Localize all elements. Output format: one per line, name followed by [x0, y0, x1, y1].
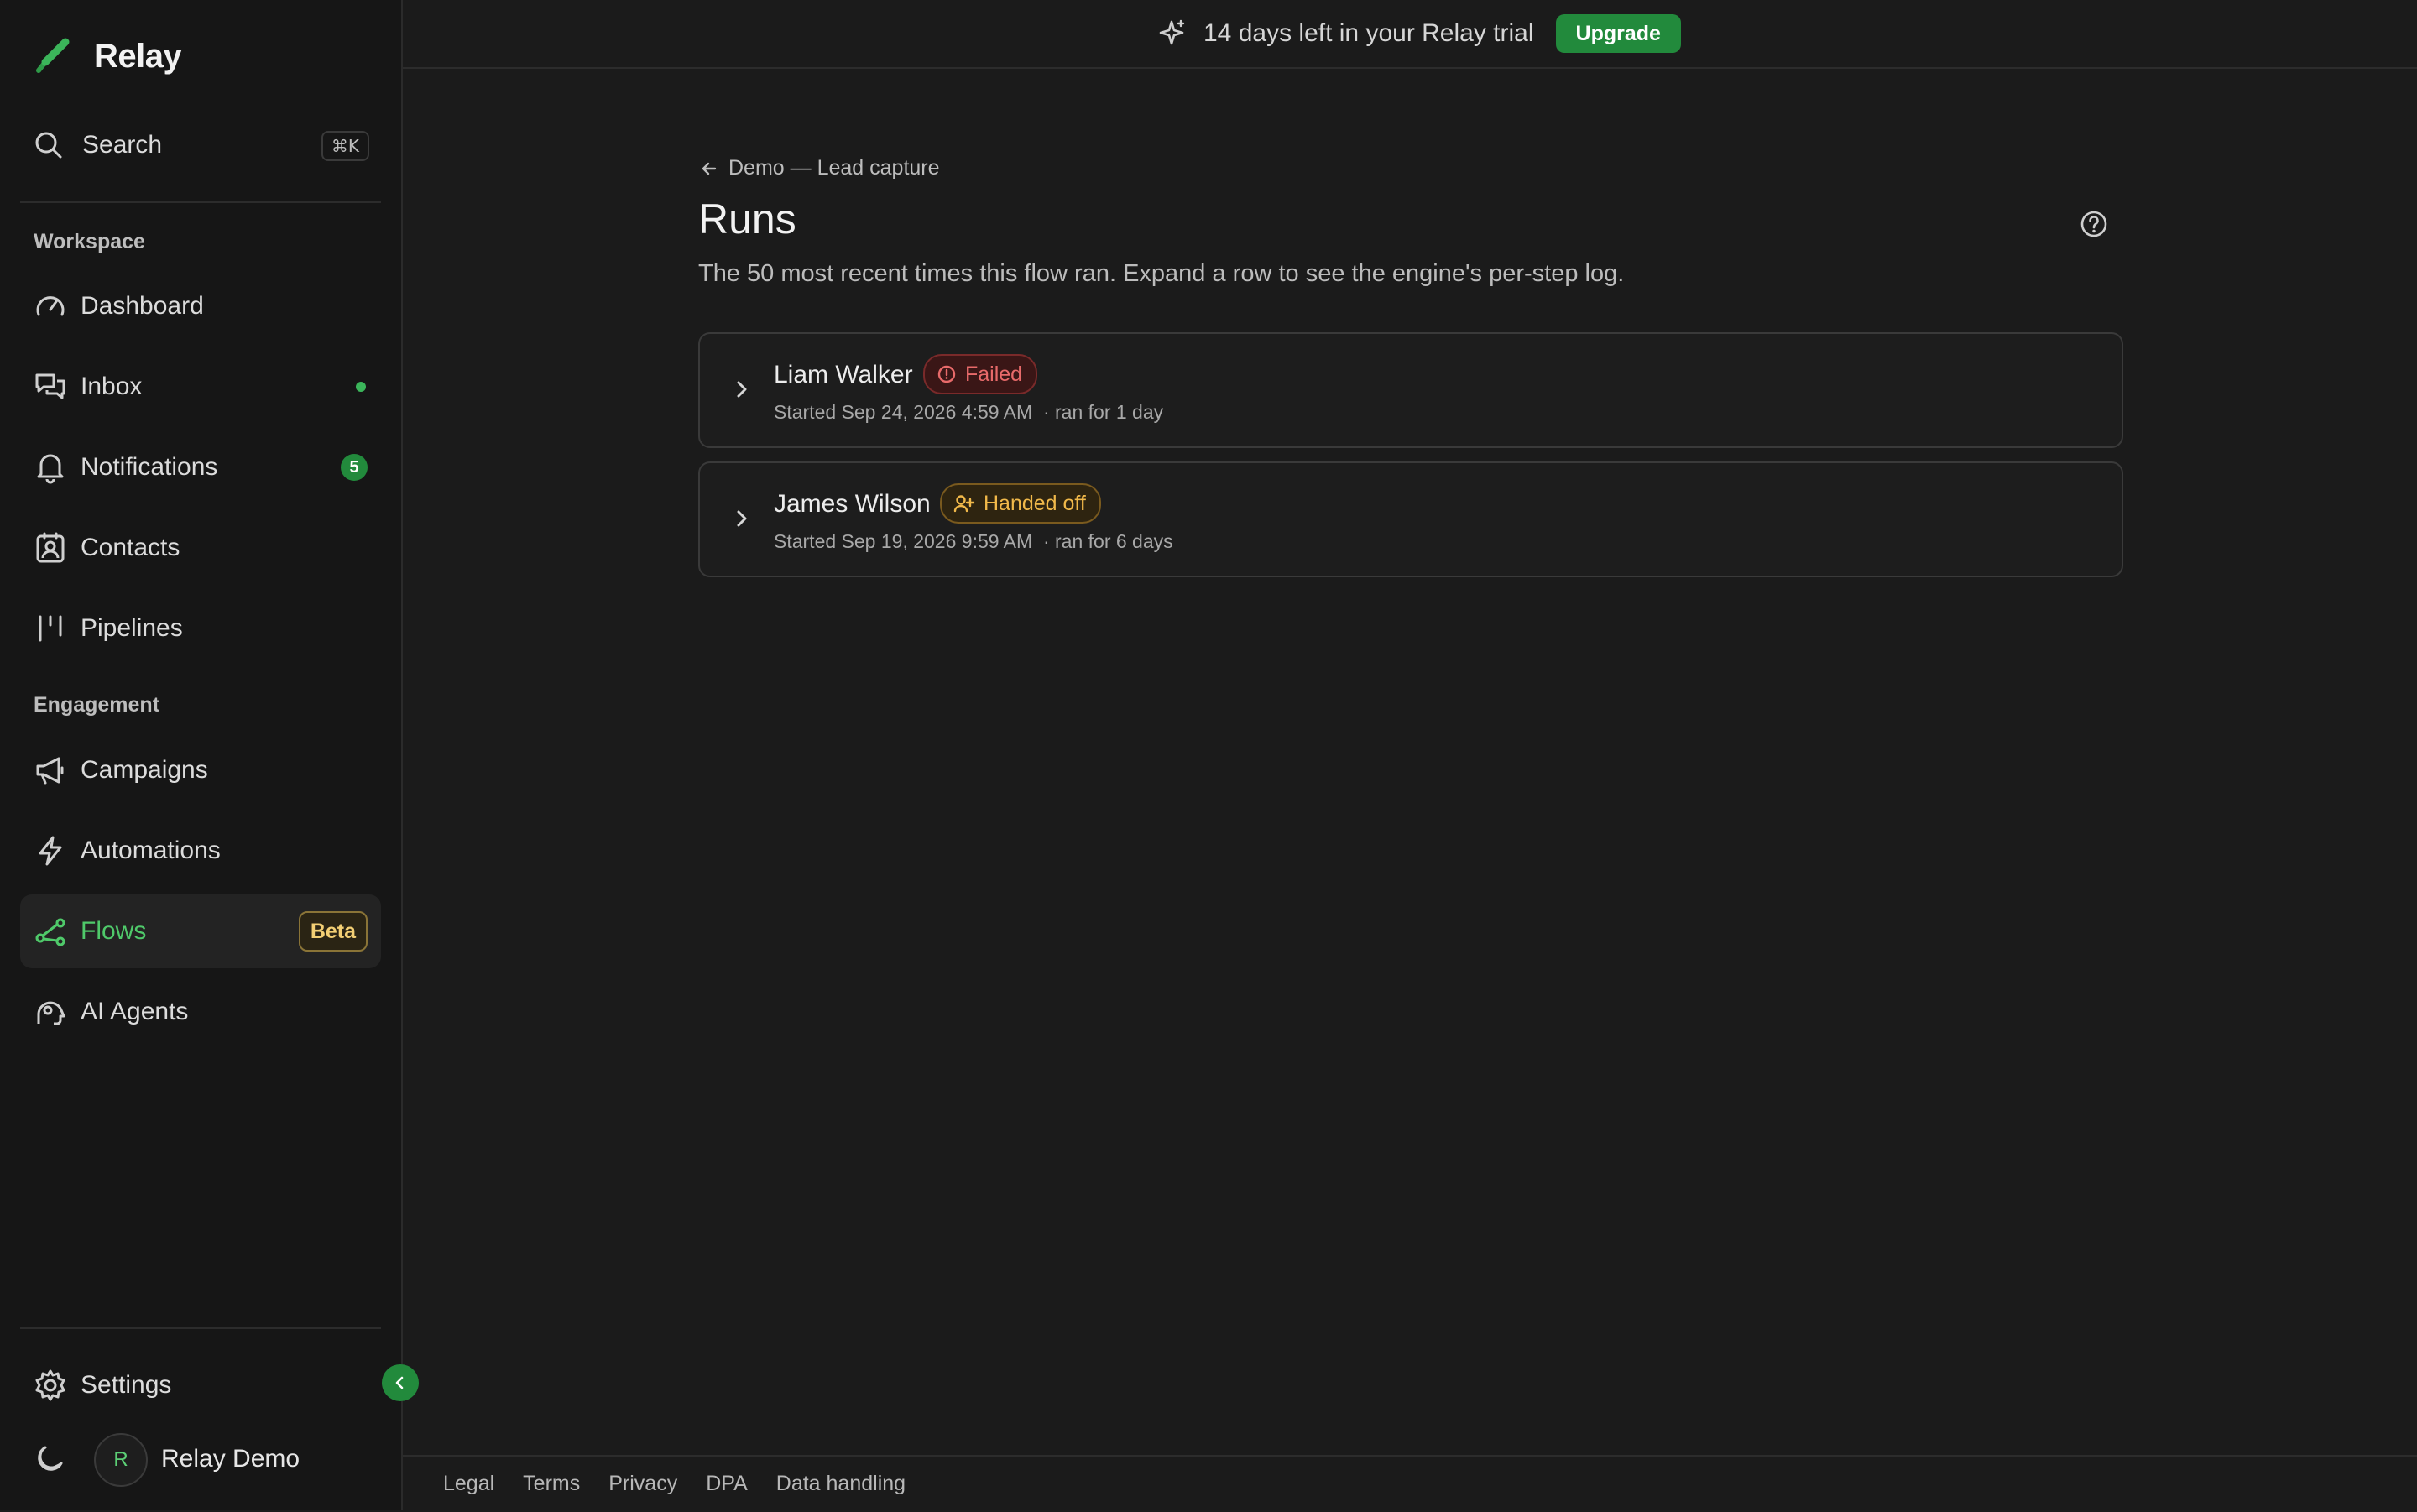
gear-icon	[34, 1369, 67, 1402]
run-started: Started Sep 24, 2026 4:59 AM	[774, 401, 1033, 423]
beta-badge: Beta	[298, 911, 368, 952]
lightning-icon	[34, 834, 67, 868]
sidebar-item-label: Inbox	[81, 373, 143, 400]
sparkles-icon	[1156, 18, 1187, 49]
sidebar-item-label: AI Agents	[81, 998, 189, 1025]
sidebar-item-label: Notifications	[81, 453, 218, 481]
run-meta: Started Sep 19, 2026 9:59 AM · ran for 6…	[774, 530, 1173, 553]
footer-link-dpa[interactable]: DPA	[706, 1472, 748, 1496]
arrow-left-icon	[700, 159, 718, 178]
breadcrumb-back-link[interactable]: Demo — Lead capture	[700, 156, 940, 180]
sidebar-item-settings[interactable]: Settings	[20, 1348, 381, 1422]
sidebar-item-ai-agents[interactable]: AI Agents	[20, 975, 381, 1049]
collapse-sidebar-button[interactable]	[382, 1364, 419, 1401]
section-workspace: Workspace	[34, 230, 145, 253]
theme-toggle-moon-icon[interactable]	[34, 1443, 65, 1475]
sidebar-item-pipelines[interactable]: Pipelines	[20, 592, 381, 665]
run-duration: · ran for 6 days	[1042, 530, 1173, 552]
sidebar-item-label: Dashboard	[81, 292, 204, 320]
footer-link-privacy[interactable]: Privacy	[608, 1472, 677, 1496]
sidebar-item-label: Campaigns	[81, 756, 208, 784]
flow-icon	[34, 915, 67, 948]
user-name: Relay Demo	[161, 1445, 300, 1473]
status-badge-handed-off: Handed off	[940, 483, 1101, 524]
footer: Legal Terms Privacy DPA Data handling	[403, 1455, 2417, 1512]
search-button[interactable]: Search ⌘K	[34, 124, 369, 166]
notification-count-badge: 5	[341, 454, 368, 481]
trial-text: 14 days left in your Relay trial	[1203, 19, 1534, 47]
sidebar-item-notifications[interactable]: Notifications 5	[20, 430, 381, 504]
status-badge-failed: Failed	[923, 354, 1038, 394]
sidebar: Relay Search ⌘K Workspace Dashboard Inbo…	[0, 0, 403, 1510]
page-subtitle: The 50 most recent times this flow ran. …	[698, 260, 1625, 287]
sidebar-divider	[20, 1327, 381, 1329]
alert-circle-icon	[937, 364, 957, 384]
breadcrumb: Demo — Lead capture	[728, 156, 940, 180]
search-icon	[34, 130, 64, 160]
run-duration: · ran for 1 day	[1042, 401, 1164, 423]
footer-link-data-handling[interactable]: Data handling	[776, 1472, 906, 1496]
sidebar-item-flows[interactable]: Flows Beta	[20, 894, 381, 968]
help-icon[interactable]	[2080, 210, 2108, 238]
run-meta: Started Sep 24, 2026 4:59 AM · ran for 1…	[774, 401, 1163, 424]
upgrade-button[interactable]: Upgrade	[1555, 14, 1681, 53]
gauge-icon	[34, 289, 67, 323]
avatar: R	[94, 1433, 148, 1487]
sidebar-item-label: Pipelines	[81, 614, 183, 642]
ai-brain-icon	[34, 995, 67, 1029]
relay-logo-icon	[34, 37, 72, 76]
footer-link-legal[interactable]: Legal	[443, 1472, 494, 1496]
search-shortcut: ⌘K	[321, 131, 369, 161]
run-contact-name: James Wilson	[774, 490, 931, 518]
status-label: Handed off	[984, 491, 1086, 515]
sidebar-item-label: Flows	[81, 917, 147, 945]
sidebar-divider	[20, 201, 381, 203]
footer-link-terms[interactable]: Terms	[523, 1472, 580, 1496]
page-title: Runs	[698, 196, 796, 242]
trial-banner: 14 days left in your Relay trial Upgrade	[403, 0, 2417, 69]
sidebar-item-label: Automations	[81, 837, 221, 864]
app-name: Relay	[94, 37, 182, 75]
status-label: Failed	[965, 362, 1023, 386]
search-label: Search	[82, 131, 163, 159]
sidebar-item-campaigns[interactable]: Campaigns	[20, 733, 381, 807]
unread-indicator-dot	[356, 382, 366, 392]
sidebar-item-automations[interactable]: Automations	[20, 814, 381, 888]
section-engagement: Engagement	[34, 693, 160, 717]
sidebar-item-inbox[interactable]: Inbox	[20, 350, 381, 424]
sidebar-item-contacts[interactable]: Contacts	[20, 511, 381, 585]
chevron-right-icon[interactable]	[728, 505, 755, 532]
user-plus-icon	[953, 493, 975, 514]
chevron-right-icon[interactable]	[728, 376, 755, 403]
sidebar-item-label: Contacts	[81, 534, 180, 561]
bell-icon	[34, 451, 67, 484]
megaphone-icon	[34, 753, 67, 787]
run-row[interactable]: James Wilson Handed off Started Sep 19, …	[698, 461, 2123, 577]
pipeline-icon	[34, 612, 67, 645]
sidebar-item-label: Settings	[81, 1371, 172, 1399]
sidebar-item-dashboard[interactable]: Dashboard	[20, 269, 381, 343]
contacts-icon	[34, 531, 67, 565]
run-contact-name: Liam Walker	[774, 361, 913, 388]
inbox-chat-icon	[34, 370, 67, 404]
run-started: Started Sep 19, 2026 9:59 AM	[774, 530, 1033, 552]
brand[interactable]: Relay	[34, 35, 182, 77]
run-row[interactable]: Liam Walker Failed Started Sep 24, 2026 …	[698, 332, 2123, 448]
chevron-left-icon	[392, 1374, 409, 1391]
